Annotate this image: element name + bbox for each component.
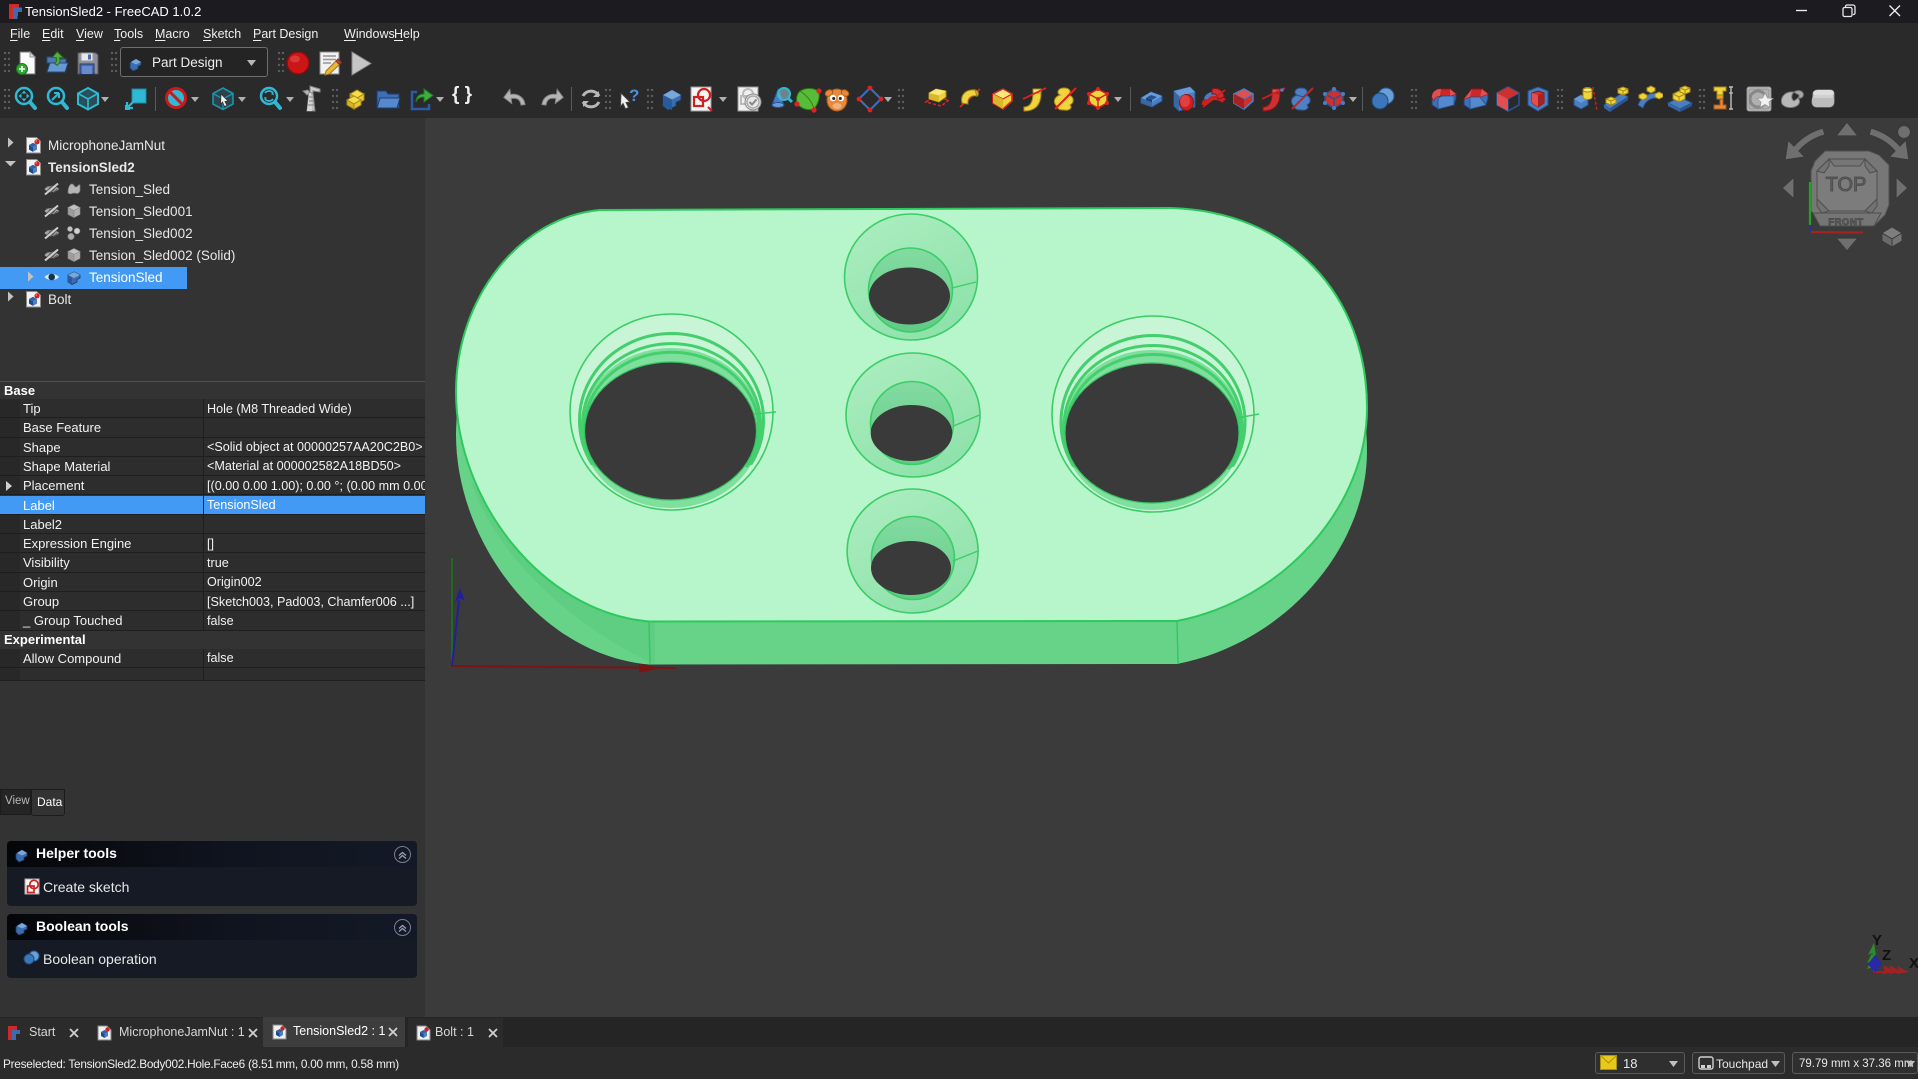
svg-text:Y: Y <box>1872 932 1882 949</box>
svg-text:TOP: TOP <box>1826 174 1867 196</box>
svg-text:FRONT: FRONT <box>1828 217 1863 228</box>
svg-text:Z: Z <box>1882 947 1891 964</box>
svg-text:X: X <box>1909 955 1918 972</box>
